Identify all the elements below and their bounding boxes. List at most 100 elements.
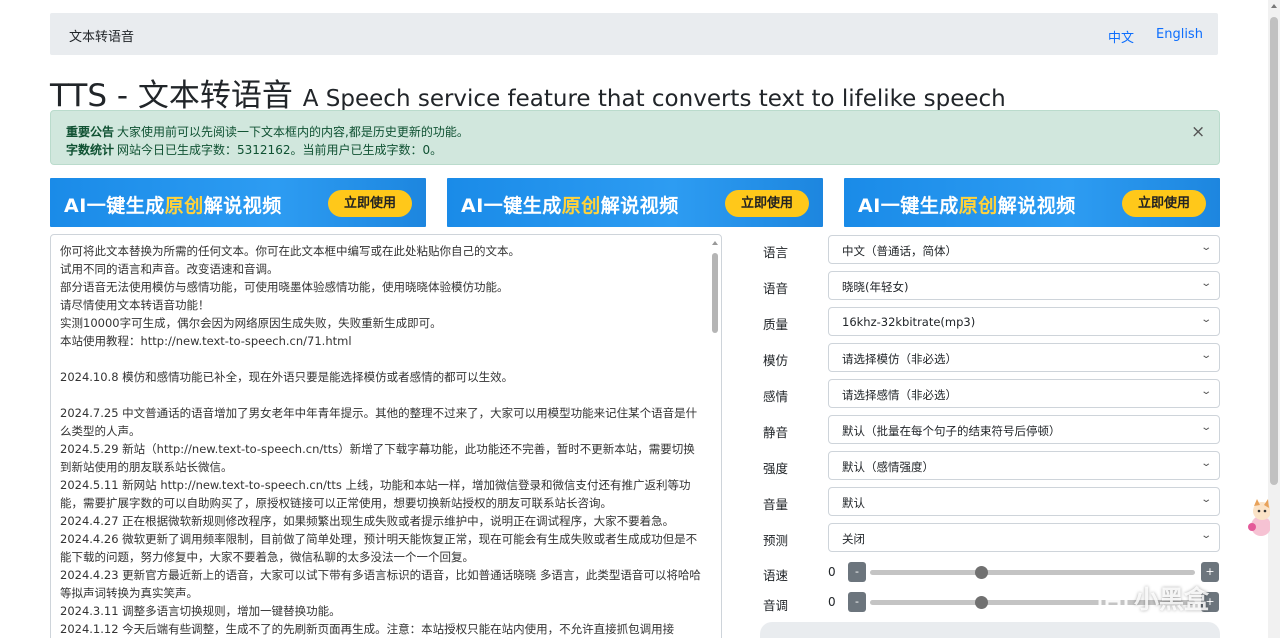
scroll-thumb[interactable] — [712, 253, 718, 333]
text-line — [60, 350, 702, 368]
page-scroll-thumb[interactable] — [1270, 17, 1278, 485]
ad-banner-3[interactable]: AI一键生成原创解说视频 立即使用 — [844, 178, 1220, 227]
text-line: 2024.1.12 今天后端有些调整，生成不了的先刷新页面再生成。注意：本站授权… — [60, 622, 675, 636]
text-content[interactable]: 你可将此文本替换为所需的任何文本。你可在此文本框中编写或在此处粘贴你自己的文本。… — [60, 242, 702, 638]
select-value: 默认 — [842, 496, 865, 510]
page-scrollbar[interactable] — [1268, 0, 1280, 638]
banner-text-b: 解说视频 — [600, 195, 679, 217]
form-row: 质量 16khz-32kbitrate(mp3) ⌄ — [750, 307, 1220, 336]
form-row: 模仿 请选择模仿（非必选） ⌄ — [750, 343, 1220, 372]
nav-link-english[interactable]: English — [1156, 27, 1203, 42]
text-line: 请尽情使用文本转语音功能！ — [60, 298, 210, 312]
select-value: 晓晓(年轻女) — [842, 280, 909, 294]
chevron-down-icon: ⌄ — [1199, 386, 1212, 397]
banner-text-highlight: 原创 — [958, 195, 998, 217]
text-line: 本站使用教程：http://new.text-to-speech.cn/71.h… — [60, 334, 352, 348]
form-label: 语言 — [763, 245, 789, 260]
watermark-text: 小黑盒 — [1134, 585, 1210, 614]
text-line: 2024.10.8 模仿和感情功能已补全，现在外语只要是能选择模仿或者感情的都可… — [60, 370, 514, 384]
chevron-down-icon: ⌄ — [1199, 314, 1212, 325]
close-icon[interactable]: × — [1191, 122, 1205, 142]
banner-use-button[interactable]: 立即使用 — [328, 190, 412, 217]
notice-label: 重要公告 — [66, 125, 115, 139]
select-value: 16khz-32kbitrate(mp3) — [842, 315, 976, 329]
form-select[interactable]: 关闭 ⌄ — [828, 523, 1220, 552]
form-select[interactable]: 请选择感情（非必选） ⌄ — [828, 379, 1220, 408]
banner-use-button[interactable]: 立即使用 — [725, 190, 809, 217]
page-subtitle: A Speech service feature that converts t… — [302, 86, 1006, 112]
page-title-main: TTS - 文本转语音 — [50, 78, 293, 114]
page-scroll-up-icon[interactable] — [1271, 4, 1277, 8]
navbar-brand[interactable]: 文本转语音 — [69, 26, 134, 45]
slider-minus-button[interactable]: - — [848, 562, 866, 582]
text-input-area[interactable]: 你可将此文本替换为所需的任何文本。你可在此文本框中编写或在此处粘贴你自己的文本。… — [50, 234, 722, 638]
text-line: 2024.5.11 新网站 http://new.text-to-speech.… — [60, 478, 691, 510]
text-line: 部分语音无法使用模仿与感情功能，可使用晓墨体验感情功能，使用晓晓体验模仿功能。 — [60, 280, 509, 294]
banner-text-b: 解说视频 — [203, 195, 282, 217]
heybox-logo-icon — [1098, 584, 1128, 618]
announcement-alert: 重要公告 大家使用前可以先阅读一下文本框内的内容,都是历史更新的功能。 字数统计网… — [50, 110, 1220, 165]
nav-link-chinese[interactable]: 中文 — [1108, 27, 1134, 46]
text-line: 试用不同的语言和声音。改变语速和音调。 — [60, 262, 279, 276]
form-row: 语音 晓晓(年轻女) ⌄ — [750, 271, 1220, 300]
form-label: 强度 — [763, 461, 789, 476]
banner-text-b: 解说视频 — [997, 195, 1076, 217]
slider-track[interactable] — [870, 570, 1195, 575]
form-label: 质量 — [763, 317, 789, 332]
form-row: 强度 默认（感情强度） ⌄ — [750, 451, 1220, 480]
slider-thumb[interactable] — [974, 566, 988, 579]
select-value: 中文（普通话，简体） — [842, 244, 957, 258]
stats-label: 字数统计 — [66, 143, 115, 157]
banner-text: AI一键生成原创解说视频 — [64, 191, 282, 218]
banner-use-button[interactable]: 立即使用 — [1122, 190, 1206, 217]
form-label: 模仿 — [763, 353, 789, 368]
ad-banner-1[interactable]: AI一键生成原创解说视频 立即使用 — [50, 178, 426, 227]
slider-label: 语速 — [763, 568, 789, 583]
form-label: 音量 — [763, 497, 789, 512]
text-line: 实测10000字可生成，偶尔会因为网络原因生成失败，失败重新生成即可。 — [60, 316, 442, 330]
slider-value: 0 — [828, 595, 836, 609]
navbar: 文本转语音 中文 English — [50, 13, 1218, 55]
watermark: 小黑盒 — [1096, 580, 1209, 618]
notice-line: 重要公告 大家使用前可以先阅读一下文本框内的内容,都是历史更新的功能。 — [66, 123, 469, 140]
text-line: 2024.4.26 微软更新了调用频率限制，目前做了简单处理，预计明天能恢复正常… — [60, 532, 698, 564]
select-value: 默认（感情强度） — [842, 460, 934, 474]
form-select[interactable]: 默认（批量在每个句子的结束符号后停顿） ⌄ — [828, 415, 1220, 444]
slider-label: 音调 — [763, 598, 789, 613]
form-select[interactable]: 请选择模仿（非必选） ⌄ — [828, 343, 1220, 372]
banner-text-highlight: 原创 — [164, 195, 204, 217]
notice-text: 大家使用前可以先阅读一下文本框内的内容,都是历史更新的功能。 — [117, 125, 469, 139]
stats-text: 网站今日已生成字数：5312162。当前用户已生成字数：0。 — [117, 143, 443, 157]
form-select[interactable]: 默认 ⌄ — [828, 487, 1220, 516]
form-select[interactable]: 晓晓(年轻女) ⌄ — [828, 271, 1220, 300]
form-row: 预测 关闭 ⌄ — [750, 523, 1220, 552]
select-value: 请选择感情（非必选） — [842, 388, 957, 402]
textarea-scrollbar[interactable] — [710, 237, 720, 638]
chevron-down-icon: ⌄ — [1199, 242, 1212, 253]
form-row: 感情 请选择感情（非必选） ⌄ — [750, 379, 1220, 408]
slider-plus-button[interactable]: + — [1201, 562, 1219, 582]
chevron-down-icon: ⌄ — [1199, 494, 1212, 505]
text-line — [60, 386, 702, 404]
select-value: 默认（批量在每个句子的结束符号后停顿） — [842, 424, 1061, 438]
text-line: 2024.4.23 更新官方最近新上的语音，大家可以试下带有多语言标识的语音，比… — [60, 568, 701, 600]
form-label: 感情 — [763, 389, 789, 404]
mascot-icon[interactable] — [1244, 496, 1270, 540]
slider-thumb[interactable] — [974, 596, 988, 609]
scroll-up-icon[interactable] — [712, 241, 718, 245]
ad-banner-2[interactable]: AI一键生成原创解说视频 立即使用 — [447, 178, 823, 227]
form-select[interactable]: 默认（感情强度） ⌄ — [828, 451, 1220, 480]
text-line: 2024.7.25 中文普通话的语音增加了男女老年中年青年提示。其他的整理不过来… — [60, 406, 698, 438]
banner-text-a: AI一键生成 — [858, 195, 959, 217]
slider-minus-button[interactable]: - — [848, 592, 866, 612]
form-select[interactable]: 16khz-32kbitrate(mp3) ⌄ — [828, 307, 1220, 336]
banner-text-highlight: 原创 — [561, 195, 601, 217]
banner-text-a: AI一键生成 — [64, 195, 165, 217]
select-value: 请选择模仿（非必选） — [842, 352, 957, 366]
chevron-down-icon: ⌄ — [1199, 350, 1212, 361]
chevron-down-icon: ⌄ — [1199, 530, 1212, 541]
form-select[interactable]: 中文（普通话，简体） ⌄ — [828, 235, 1220, 264]
form-row: 静音 默认（批量在每个句子的结束符号后停顿） ⌄ — [750, 415, 1220, 444]
stats-line: 字数统计 网站今日已生成字数：5312162。当前用户已生成字数：0。 — [66, 141, 442, 158]
text-line: 2024.3.11 调整多语言切换规则，增加一键替换功能。 — [60, 604, 341, 618]
